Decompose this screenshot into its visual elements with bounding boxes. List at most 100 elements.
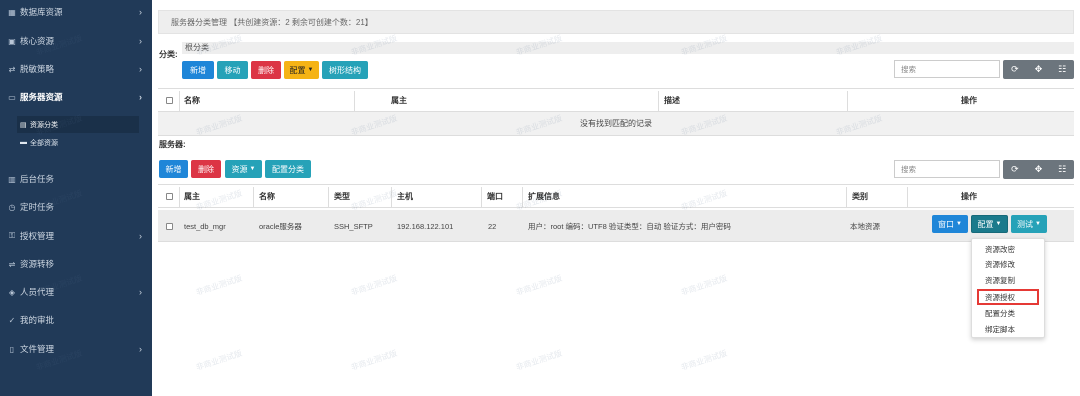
cell-port: 22 xyxy=(488,221,497,231)
column-actions: 操作 xyxy=(961,95,977,105)
cell-host: 192.168.122.101 xyxy=(397,221,454,231)
server-toolbar: ⟳ ✥ ☷ xyxy=(1003,160,1074,179)
sidebar-item-server[interactable]: ▭ 服务器资源 › xyxy=(0,86,152,108)
category-search-input[interactable]: 搜索 xyxy=(894,60,1000,78)
window-dropdown-button[interactable]: 窗口 ▼ xyxy=(932,215,968,233)
column-name[interactable]: 名称 xyxy=(259,185,275,207)
list-icon: ▤ xyxy=(20,121,27,129)
server-section-label: 服务器: xyxy=(159,140,186,149)
select-all-checkbox[interactable] xyxy=(166,89,173,111)
category-tree-button[interactable]: 树形结构 xyxy=(322,61,368,79)
clock-icon: ◷ xyxy=(8,202,16,212)
sidebar-item-label: 人员代理 xyxy=(20,287,55,297)
column-category[interactable]: 类别 xyxy=(852,185,868,207)
caret-down-icon: ▼ xyxy=(995,221,1002,227)
column-divider xyxy=(522,187,523,207)
sidebar-item-scheduled-tasks[interactable]: ◷ 定时任务 xyxy=(0,196,152,218)
category-add-button[interactable]: 新增 xyxy=(182,61,214,79)
server-resource-dropdown[interactable]: 资源 ▼ xyxy=(225,160,262,178)
chevron-right-icon: › xyxy=(139,287,142,297)
key-icon: ⚿ xyxy=(8,231,16,240)
menu-item-config-category[interactable]: 配置分类 xyxy=(972,306,1044,320)
sidebar-item-files[interactable]: ▯ 文件管理 › xyxy=(0,338,152,360)
category-section-label: 分类: xyxy=(159,50,178,59)
sidebar-item-masking[interactable]: ⇄ 脱敏策略 › xyxy=(0,58,152,80)
cell-owner: test_db_mgr xyxy=(184,221,226,231)
column-divider xyxy=(847,91,848,111)
config-dropdown-button[interactable]: 配置 ▼ xyxy=(971,215,1008,233)
menu-item-copy[interactable]: 资源复制 xyxy=(972,273,1044,287)
tasks-icon: ▥ xyxy=(8,174,16,184)
server-add-button[interactable]: 新增 xyxy=(159,160,188,178)
caret-down-icon: ▼ xyxy=(249,166,256,172)
menu-item-modify[interactable]: 资源修改 xyxy=(972,257,1044,271)
sidebar-subitem-category[interactable]: ▤ 资源分类 xyxy=(17,116,139,133)
category-config-dropdown[interactable]: 配置 ▼ xyxy=(284,61,319,79)
category-root[interactable]: 根分类 xyxy=(182,42,1074,54)
move-icon[interactable]: ✥ xyxy=(1027,60,1051,79)
move-icon[interactable]: ✥ xyxy=(1027,160,1051,179)
sidebar-item-transfer[interactable]: ⇌ 资源转移 xyxy=(0,253,152,275)
columns-icon[interactable]: ☷ xyxy=(1050,60,1074,79)
column-description[interactable]: 描述 xyxy=(664,89,680,111)
sidebar-subitem-label: 资源分类 xyxy=(30,121,58,129)
sidebar-item-label: 我的审批 xyxy=(20,315,55,325)
test-label: 测试 xyxy=(1017,219,1034,229)
agent-icon: ◈ xyxy=(8,287,16,297)
sidebar-item-approval[interactable]: ✓ 我的审批 xyxy=(0,309,152,331)
config-label: 配置 xyxy=(977,219,994,229)
category-delete-button[interactable]: 删除 xyxy=(251,61,281,79)
cell-category: 本地资源 xyxy=(850,221,880,231)
column-divider xyxy=(179,187,180,207)
sidebar-subitem-all[interactable]: ▬ 全部资源 xyxy=(17,134,139,151)
refresh-icon[interactable]: ⟳ xyxy=(1003,60,1027,79)
sidebar-item-label: 数据库资源 xyxy=(20,7,63,17)
chevron-right-icon: › xyxy=(139,7,142,17)
sidebar-item-background-tasks[interactable]: ▥ 后台任务 xyxy=(0,168,152,190)
cell-ext-info: 用户：root 编码：UTF8 验证类型：自动 验证方式：用户密码 xyxy=(528,221,731,231)
server-delete-button[interactable]: 删除 xyxy=(191,160,221,178)
chevron-right-icon: › xyxy=(139,92,142,102)
sidebar-item-agent[interactable]: ◈ 人员代理 › xyxy=(0,281,152,303)
column-divider xyxy=(179,91,180,111)
column-divider xyxy=(481,187,482,207)
server-search-input[interactable]: 搜索 xyxy=(894,160,1000,178)
column-owner[interactable]: 属主 xyxy=(184,185,200,207)
column-owner[interactable]: 属主 xyxy=(391,89,407,111)
column-host[interactable]: 主机 xyxy=(397,185,413,207)
column-type[interactable]: 类型 xyxy=(334,185,350,207)
sidebar-item-label: 核心资源 xyxy=(20,36,55,46)
test-dropdown-button[interactable]: 测试 ▼ xyxy=(1011,215,1047,233)
row-checkbox[interactable] xyxy=(166,210,173,242)
chevron-right-icon: › xyxy=(139,231,142,241)
column-name[interactable]: 名称 xyxy=(184,89,200,111)
chevron-right-icon: › xyxy=(139,64,142,74)
sidebar-subitem-label: 全部资源 xyxy=(30,139,58,147)
column-divider xyxy=(846,187,847,207)
category-move-button[interactable]: 移动 xyxy=(217,61,248,79)
category-table-header: 名称 属主 描述 操作 xyxy=(158,88,1074,112)
sidebar-item-database[interactable]: ▦ 数据库资源 › xyxy=(0,1,152,23)
chevron-right-icon: › xyxy=(139,344,142,354)
sidebar-item-core[interactable]: ▣ 核心资源 › xyxy=(0,30,152,52)
server-config-category-button[interactable]: 配置分类 xyxy=(265,160,311,178)
column-port[interactable]: 端口 xyxy=(487,185,503,207)
menu-item-bind-script[interactable]: 绑定脚本 xyxy=(972,322,1044,336)
select-all-checkbox[interactable] xyxy=(166,185,173,207)
breadcrumb: 服务器分类管理 【共创建资源：2 剩余可创建个数：21】 xyxy=(158,10,1074,34)
main-content: 服务器分类管理 【共创建资源：2 剩余可创建个数：21】 分类: 根分类 新增 … xyxy=(152,0,1080,396)
lock-icon: ▣ xyxy=(8,36,16,46)
refresh-icon[interactable]: ⟳ xyxy=(1003,160,1027,179)
column-divider xyxy=(253,187,254,207)
approve-icon: ✓ xyxy=(8,315,16,325)
columns-icon[interactable]: ☷ xyxy=(1050,160,1074,179)
file-icon: ▯ xyxy=(9,344,15,354)
menu-item-change-password[interactable]: 资源改密 xyxy=(972,242,1044,256)
menu-item-authorize[interactable]: 资源授权 xyxy=(977,289,1039,305)
column-ext-info[interactable]: 扩展信息 xyxy=(528,185,560,207)
sidebar-item-authorization[interactable]: ⚿ 授权管理 › xyxy=(0,225,152,247)
chevron-right-icon: › xyxy=(139,36,142,46)
window-label: 窗口 xyxy=(938,219,955,229)
column-divider xyxy=(328,187,329,207)
sidebar-item-label: 资源转移 xyxy=(20,259,55,269)
